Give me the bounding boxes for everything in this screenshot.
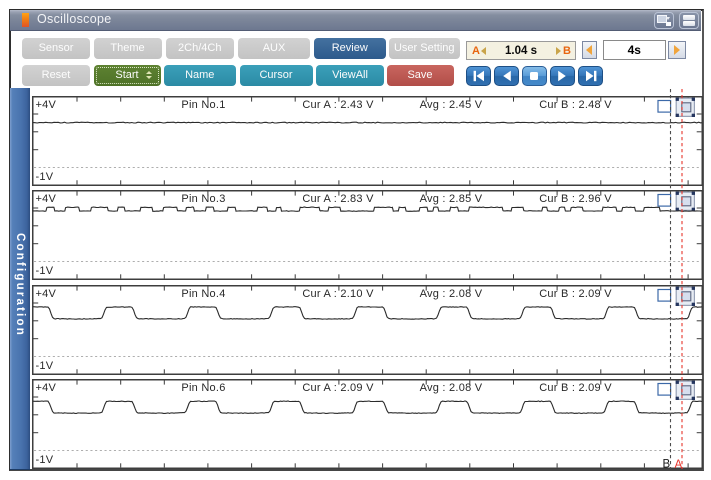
svg-text:Cur B : 2.48 V: Cur B : 2.48 V [539, 98, 612, 110]
svg-text:Cur B : 2.09 V: Cur B : 2.09 V [539, 287, 612, 299]
svg-text:Avg : 2.85 V: Avg : 2.85 V [419, 193, 482, 205]
svg-text:Cur A : 2.10 V: Cur A : 2.10 V [302, 287, 374, 299]
svg-text:+4V: +4V [35, 287, 56, 299]
svg-text:+4V: +4V [35, 193, 56, 205]
svg-text:Avg : 2.08 V: Avg : 2.08 V [419, 382, 482, 394]
svg-text:Avg : 2.08 V: Avg : 2.08 V [419, 287, 482, 299]
svg-text:Cur A : 2.09 V: Cur A : 2.09 V [302, 382, 374, 394]
svg-text:Pin No.1: Pin No.1 [181, 98, 225, 110]
svg-text:-1V: -1V [35, 360, 53, 372]
svg-text:Pin No.4: Pin No.4 [181, 287, 225, 299]
svg-text:-1V: -1V [35, 265, 53, 277]
svg-text:Cur B : 2.09 V: Cur B : 2.09 V [539, 382, 612, 394]
svg-text:Pin No.6: Pin No.6 [181, 382, 225, 394]
svg-text:-1V: -1V [35, 454, 53, 466]
svg-text:+4V: +4V [35, 98, 56, 110]
svg-text:Avg : 2.45 V: Avg : 2.45 V [419, 98, 482, 110]
svg-text:Cur A : 2.43 V: Cur A : 2.43 V [302, 98, 374, 110]
svg-text:Cur B : 2.96 V: Cur B : 2.96 V [539, 193, 612, 205]
svg-text:A: A [674, 459, 682, 469]
svg-text:+4V: +4V [35, 382, 56, 394]
svg-text:Cur A : 2.83 V: Cur A : 2.83 V [302, 193, 374, 205]
svg-text:-1V: -1V [35, 171, 53, 183]
svg-text:B: B [662, 459, 670, 469]
svg-text:Pin No.3: Pin No.3 [181, 193, 225, 205]
